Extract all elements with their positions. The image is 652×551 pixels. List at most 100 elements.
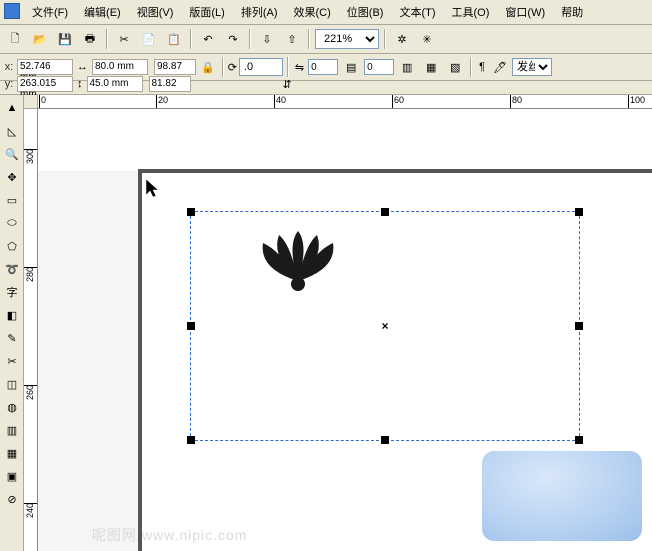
selection-handle-bl[interactable] <box>187 436 195 444</box>
spin1-field[interactable] <box>308 59 338 75</box>
fill-tool[interactable]: ◍ <box>1 396 23 418</box>
x-coord-field[interactable]: 52.746 mm <box>17 59 73 75</box>
opts1-icon: ✲ <box>397 33 406 46</box>
zoom-icon: 🔍 <box>5 148 19 161</box>
interactive-tool[interactable]: ◧ <box>1 304 23 326</box>
fillt-tool[interactable]: ▥ <box>1 419 23 441</box>
vertical-ruler[interactable]: 300 280 260 240 <box>24 109 38 551</box>
y-coord-field[interactable]: 263.015 mm <box>17 76 73 92</box>
zoom-select[interactable]: 221% <box>315 29 379 49</box>
hand-tool[interactable]: ✥ <box>1 166 23 188</box>
knife-tool[interactable]: ✂ <box>1 350 23 372</box>
rect-tool[interactable]: ▭ <box>1 189 23 211</box>
copy-icon: 📄 <box>142 33 156 46</box>
page-edge-top <box>138 169 652 173</box>
zoom-tool[interactable]: 🔍 <box>1 143 23 165</box>
canvas-area[interactable]: × 呢图网 www.nipic.com <box>38 109 652 551</box>
para-icon[interactable]: ¶ <box>479 61 485 73</box>
menu-layout[interactable]: 版面(L) <box>181 2 232 22</box>
paste-button[interactable]: 📋 <box>163 28 185 50</box>
pen-icon[interactable]: 🖊 <box>493 61 507 74</box>
height-icon: ↕ <box>77 78 83 90</box>
scale-x-field[interactable]: 98.87 <box>154 59 196 75</box>
align-tool[interactable]: ▦ <box>1 442 23 464</box>
lock-icon[interactable]: 🔒 <box>201 61 215 74</box>
menu-effects[interactable]: 效果(C) <box>286 2 339 22</box>
grid2-icon: ▥ <box>402 61 412 74</box>
h-tick-label: 0 <box>41 95 46 105</box>
ruler-corner[interactable] <box>24 95 38 109</box>
mirror-h-icon[interactable]: ⇋ <box>295 61 304 74</box>
selection-handle-mr[interactable] <box>575 322 583 330</box>
copy-button[interactable]: 📄 <box>138 28 160 50</box>
menu-file[interactable]: 文件(F) <box>24 2 76 22</box>
selection-handle-br[interactable] <box>575 436 583 444</box>
selection-handle-bm[interactable] <box>381 436 389 444</box>
cut-button[interactable]: ✂ <box>113 28 135 50</box>
selection-handle-ml[interactable] <box>187 322 195 330</box>
redo-icon: ↷ <box>228 33 237 46</box>
ellipse-tool[interactable]: ⬭ <box>1 212 23 234</box>
selection-handle-tl[interactable] <box>187 208 195 216</box>
horizontal-ruler[interactable]: 0 20 40 60 80 100 <box>38 95 652 109</box>
grid4-button[interactable]: ▧ <box>444 56 466 78</box>
fill-icon: ◍ <box>7 401 17 414</box>
h-tick-label: 100 <box>630 95 645 105</box>
grid3-button[interactable]: ▦ <box>420 56 442 78</box>
separator <box>190 29 192 49</box>
menu-window[interactable]: 窗口(W) <box>497 2 553 22</box>
new-button[interactable]: 🗋 <box>4 28 26 50</box>
hair-select[interactable]: 发丝 <box>512 58 552 76</box>
undo-button[interactable]: ↶ <box>197 28 219 50</box>
polygon-tool[interactable]: ⬠ <box>1 235 23 257</box>
width-icon: ↔ <box>77 61 88 73</box>
options1-button[interactable]: ✲ <box>391 28 413 50</box>
menu-bitmap[interactable]: 位图(B) <box>339 2 392 22</box>
outline-tool[interactable]: ◫ <box>1 373 23 395</box>
menu-help[interactable]: 帮助 <box>553 2 591 22</box>
interactive-icon: ◧ <box>7 309 17 322</box>
mirror-v-icon[interactable]: ⇵ <box>283 78 292 91</box>
width-field[interactable]: 80.0 mm <box>92 59 148 75</box>
none-tool[interactable]: ⊘ <box>1 488 23 510</box>
selection-center-icon[interactable]: × <box>380 321 390 331</box>
new-icon: 🗋 <box>11 30 20 49</box>
options2-button[interactable]: ✳ <box>416 28 438 50</box>
menu-arrange[interactable]: 排列(A) <box>233 2 286 22</box>
print-button[interactable]: 🖶 <box>79 28 101 50</box>
spin2-field[interactable] <box>364 59 394 75</box>
angle-field[interactable] <box>239 58 283 76</box>
export-button[interactable]: ⇧ <box>281 28 303 50</box>
shape-icon: ◺ <box>8 125 16 138</box>
menu-edit[interactable]: 编辑(E) <box>76 2 129 22</box>
selection-handle-tr[interactable] <box>575 208 583 216</box>
pick-tool[interactable]: ▲ <box>1 97 23 119</box>
cut-icon: ✂ <box>119 33 128 46</box>
v-tick-label: 260 <box>25 385 35 400</box>
scale-y-field[interactable]: 81.82 <box>149 76 191 92</box>
open-button[interactable]: 📂 <box>29 28 51 50</box>
outline-icon: ◫ <box>7 378 17 391</box>
export-icon: ⇧ <box>287 33 296 46</box>
print-icon: 🖶 <box>85 30 95 49</box>
menu-text[interactable]: 文本(T) <box>391 2 443 22</box>
spiral-tool[interactable]: ➰ <box>1 258 23 280</box>
text-tool[interactable]: 字 <box>1 281 23 303</box>
height-field[interactable]: 45.0 mm <box>87 76 143 92</box>
import-button[interactable]: ⇩ <box>256 28 278 50</box>
separator <box>287 57 289 77</box>
fan-ornament-object[interactable] <box>253 229 343 293</box>
redo-button[interactable]: ↷ <box>222 28 244 50</box>
grid2-button[interactable]: ▥ <box>396 56 418 78</box>
grid1-button[interactable]: ▤ <box>340 56 362 78</box>
menu-tools[interactable]: 工具(O) <box>444 2 498 22</box>
save-button[interactable]: 💾 <box>54 28 76 50</box>
group-tool[interactable]: ▣ <box>1 465 23 487</box>
shape-tool[interactable]: ◺ <box>1 120 23 142</box>
menu-view[interactable]: 视图(V) <box>129 2 182 22</box>
grid1-icon: ▤ <box>346 61 356 74</box>
separator <box>308 29 310 49</box>
selection-handle-tm[interactable] <box>381 208 389 216</box>
eyedrop-tool[interactable]: ✎ <box>1 327 23 349</box>
selection-box[interactable]: × <box>190 211 580 441</box>
